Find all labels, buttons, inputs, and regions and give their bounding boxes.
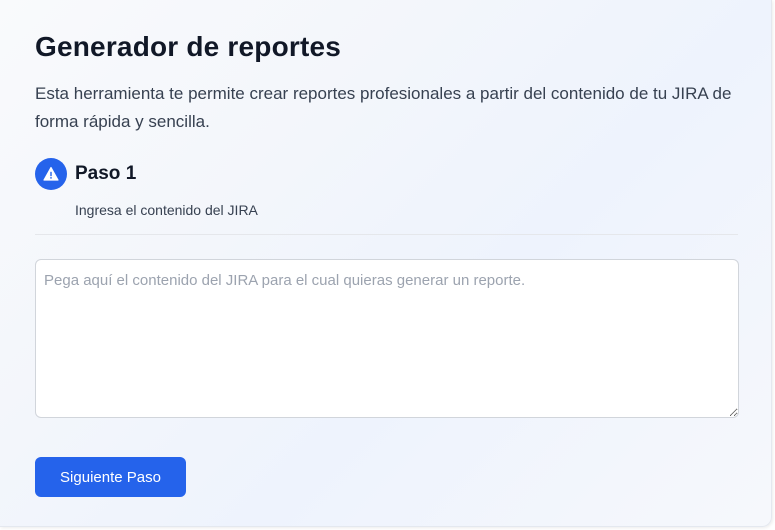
step-indicator bbox=[35, 158, 67, 190]
next-step-button[interactable]: Siguiente Paso bbox=[35, 457, 186, 497]
warning-triangle-icon bbox=[43, 166, 59, 181]
jira-content-input[interactable] bbox=[35, 259, 739, 418]
page-title: Generador de reportes bbox=[35, 31, 342, 62]
step-title: Paso 1 bbox=[75, 163, 137, 184]
divider bbox=[35, 234, 738, 235]
report-generator-card: Generador de reportes Esta herramienta t… bbox=[0, 0, 772, 527]
page-description: Esta herramienta te permite crear report… bbox=[35, 84, 732, 131]
step-subtitle: Ingresa el contenido del JIRA bbox=[75, 202, 258, 218]
